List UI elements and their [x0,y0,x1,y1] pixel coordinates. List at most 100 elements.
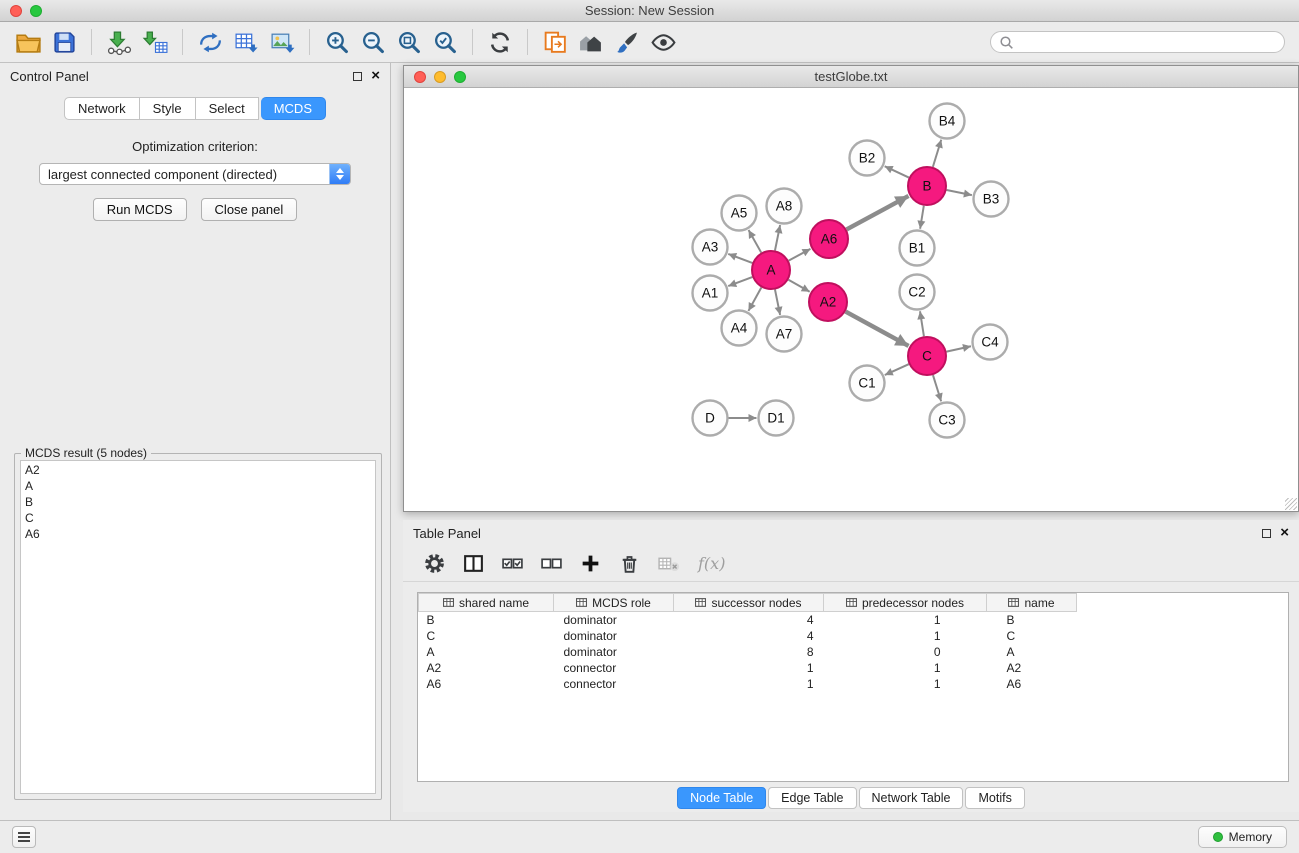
graph-node-C[interactable]: C [908,337,946,375]
show-hide-button[interactable] [645,26,681,58]
delete-column-button[interactable] [618,552,641,575]
result-item[interactable]: C [25,510,375,526]
table-row[interactable]: Bdominator41B [419,612,1077,628]
title-bar[interactable]: Session: New Session [0,0,1299,22]
fullscreen-window-button[interactable] [30,5,42,17]
graph-node-D[interactable]: D [693,401,728,436]
network-minimize-button[interactable] [434,71,446,83]
graph-node-B2[interactable]: B2 [850,141,885,176]
graph-edge-A-A3[interactable] [728,254,752,263]
table-row[interactable]: A6connector11A6 [419,676,1077,692]
graph-node-C3[interactable]: C3 [930,403,965,438]
tab-edge-table[interactable]: Edge Table [768,787,856,809]
result-item[interactable]: A [25,478,375,494]
column-header-successor-nodes[interactable]: successor nodes [674,594,824,612]
window-resize-grip[interactable] [1285,498,1297,510]
graph-edge-A2-C[interactable] [846,312,909,346]
graph-node-A5[interactable]: A5 [722,196,757,231]
column-header-predecessor-nodes[interactable]: predecessor nodes [824,594,987,612]
add-column-button[interactable] [579,552,602,575]
table-cell[interactable]: 1 [824,676,987,692]
graph-node-A8[interactable]: A8 [767,189,802,224]
network-canvas[interactable]: AA1A2A3A4A5A6A7A8BB1B2B3B4CC1C2C3C4DD1 [404,88,1298,511]
close-panel-icon[interactable]: × [371,71,380,81]
table-cell[interactable]: 4 [674,612,824,628]
graph-node-B3[interactable]: B3 [974,182,1009,217]
table-settings-button[interactable] [423,552,446,575]
graph-node-A[interactable]: A [752,251,790,289]
table-cell[interactable]: dominator [554,612,674,628]
select-all-button[interactable] [501,552,524,575]
zoom-selected-button[interactable] [427,26,463,58]
graph-edge-C-C1[interactable] [885,364,909,375]
table-cell[interactable]: dominator [554,644,674,660]
column-header-shared-name[interactable]: shared name [419,594,554,612]
function-builder-button[interactable]: f(x) [698,554,725,573]
tab-network-table[interactable]: Network Table [859,787,964,809]
graph-edge-A-A5[interactable] [749,230,762,253]
deselect-all-button[interactable] [540,552,563,575]
graph-edge-C-C3[interactable] [933,375,941,401]
result-item[interactable]: A6 [25,526,375,542]
graph-edge-B-B1[interactable] [920,206,924,229]
graph-node-B1[interactable]: B1 [900,231,935,266]
node-table[interactable]: shared nameMCDS rolesuccessor nodesprede… [417,592,1289,782]
table-cell[interactable]: B [419,612,554,628]
table-row[interactable]: Adominator80A [419,644,1077,660]
tab-node-table[interactable]: Node Table [677,787,766,809]
float-panel-icon[interactable] [353,72,362,81]
import-network-button[interactable] [101,26,137,58]
graph-edge-A-A1[interactable] [728,277,752,286]
graph-node-C2[interactable]: C2 [900,275,935,310]
new-table-button[interactable] [228,26,264,58]
network-graph[interactable]: AA1A2A3A4A5A6A7A8BB1B2B3B4CC1C2C3C4DD1 [404,88,1298,511]
export-image-button[interactable] [264,26,300,58]
graph-node-C1[interactable]: C1 [850,366,885,401]
zoom-fit-button[interactable] [391,26,427,58]
criterion-dropdown[interactable]: largest connected component (directed) [39,163,351,185]
table-cell[interactable]: 1 [824,660,987,676]
open-session-button[interactable] [10,26,46,58]
table-cell[interactable]: 1 [674,660,824,676]
float-table-panel-icon[interactable] [1262,529,1271,538]
close-window-button[interactable] [10,5,22,17]
search-field[interactable] [990,31,1285,53]
result-item[interactable]: B [25,494,375,510]
graph-node-A6[interactable]: A6 [810,220,848,258]
table-row[interactable]: Cdominator41C [419,628,1077,644]
table-cell[interactable]: A6 [419,676,554,692]
tab-style[interactable]: Style [140,97,196,120]
delete-table-button[interactable] [657,552,682,575]
first-neighbors-button[interactable] [537,26,573,58]
graph-edge-A6-B[interactable] [847,196,909,229]
graph-edge-C-C2[interactable] [920,311,924,336]
network-window-titlebar[interactable]: testGlobe.txt [404,66,1298,88]
graph-edge-A-A2[interactable] [788,280,809,292]
memory-button[interactable]: Memory [1198,826,1287,848]
save-session-button[interactable] [46,26,82,58]
table-cell[interactable]: 4 [674,628,824,644]
graph-edge-A-A7[interactable] [775,290,780,315]
table-cell[interactable]: 0 [824,644,987,660]
table-cell[interactable]: A2 [987,660,1077,676]
graph-node-B[interactable]: B [908,167,946,205]
graph-edge-C-C4[interactable] [947,346,971,351]
search-input[interactable] [1014,35,1276,49]
graph-node-A2[interactable]: A2 [809,283,847,321]
table-cell[interactable]: dominator [554,628,674,644]
tab-mcds[interactable]: MCDS [261,97,326,120]
graph-node-A7[interactable]: A7 [767,317,802,352]
table-cell[interactable]: 1 [824,628,987,644]
style-brush-button[interactable] [609,26,645,58]
network-zoom-button[interactable] [454,71,466,83]
table-cell[interactable]: connector [554,660,674,676]
table-row[interactable]: A2connector11A2 [419,660,1077,676]
table-cell[interactable]: 1 [824,612,987,628]
graph-node-D1[interactable]: D1 [759,401,794,436]
graph-node-A1[interactable]: A1 [693,276,728,311]
column-header-name[interactable]: name [987,594,1077,612]
task-history-button[interactable] [12,826,36,848]
table-cell[interactable]: 1 [674,676,824,692]
tab-select[interactable]: Select [196,97,259,120]
graph-edge-A-A6[interactable] [789,249,811,261]
